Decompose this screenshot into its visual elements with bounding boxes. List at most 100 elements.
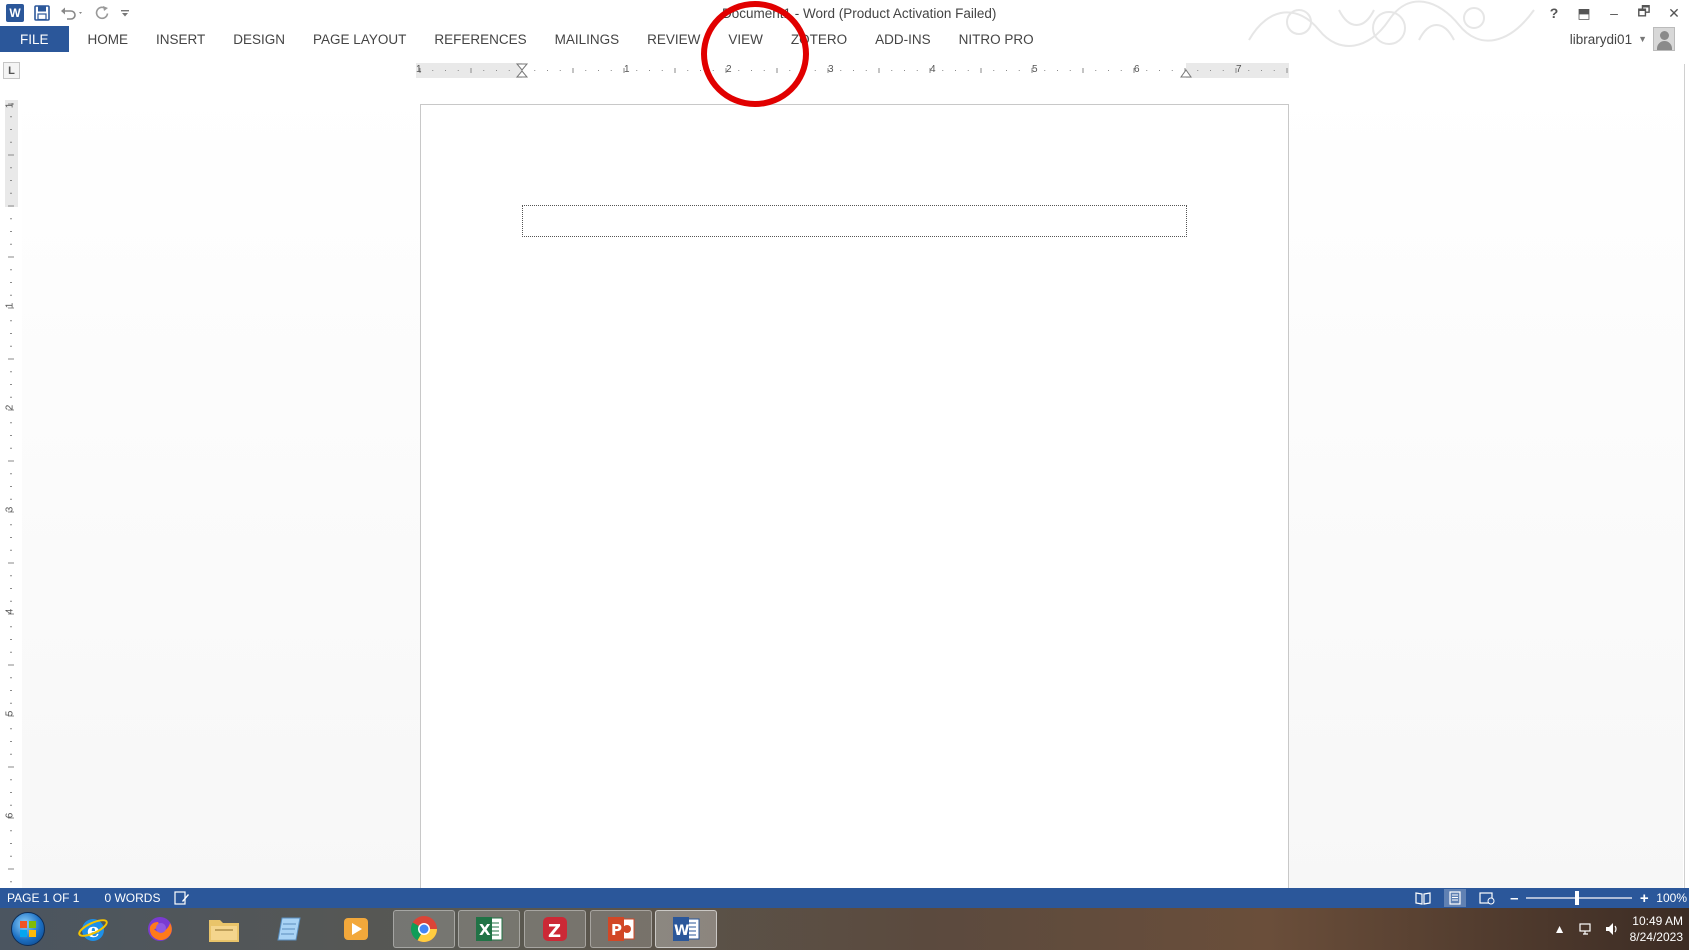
close-icon[interactable]: ✕ (1659, 0, 1689, 26)
indent-marker-icon (515, 63, 529, 78)
tab-references[interactable]: REFERENCES (420, 26, 540, 52)
redo-icon[interactable] (94, 3, 110, 23)
zoom-in-button[interactable]: + (1638, 890, 1650, 907)
account-area[interactable]: librarydi01 ▼ (1570, 26, 1675, 52)
svg-text:X: X (479, 921, 491, 939)
ruler-label: 2 (726, 64, 732, 75)
avatar[interactable] (1653, 27, 1675, 51)
zotero-taskbar-button[interactable]: Z (524, 910, 586, 948)
zoom-level[interactable]: 100% (1656, 891, 1687, 905)
ruler-label: 5 (4, 710, 16, 717)
ruler-label: 3 (4, 506, 16, 513)
clock-time: 10:49 AM (1632, 914, 1683, 928)
zoom-slider-thumb[interactable] (1575, 891, 1580, 905)
page-count[interactable]: PAGE 1 OF 1 (0, 891, 85, 905)
internet-explorer-icon: e (78, 918, 108, 942)
internet-explorer-taskbar-button[interactable]: e (62, 910, 124, 948)
svg-text:W: W (674, 923, 689, 939)
ruler-label: 5 (1032, 64, 1038, 75)
system-tray: ▲ 10:49 AM 8/24/2023 (1552, 908, 1689, 950)
notepad-taskbar-button[interactable] (258, 910, 320, 948)
zoom-slider[interactable] (1526, 891, 1633, 905)
powerpoint-icon: P (608, 917, 635, 941)
vertical-ruler[interactable]: 1 1 2 3 4 5 6 (4, 100, 18, 895)
ribbon-display-options-icon[interactable]: ⬒ (1569, 0, 1599, 26)
chrome-icon (410, 916, 438, 943)
right-indent-marker-icon (1180, 69, 1192, 78)
print-layout-icon[interactable] (1444, 889, 1467, 907)
svg-text:P: P (611, 921, 622, 939)
chrome-taskbar-button[interactable] (393, 910, 455, 948)
word-count[interactable]: 0 WORDS (97, 891, 166, 905)
zoom-control: – + 100% (1508, 890, 1689, 907)
ruler-label: 1 (624, 64, 630, 75)
ruler-ticks (419, 63, 1288, 78)
horizontal-ruler[interactable]: 1 1 2 3 4 5 6 7 (416, 63, 1289, 78)
windows-logo-icon (11, 912, 45, 946)
notepad-icon (277, 917, 301, 941)
start-button[interactable] (5, 911, 51, 947)
network-icon[interactable] (1578, 921, 1594, 937)
tab-mailings[interactable]: MAILINGS (541, 26, 634, 52)
folder-icon (209, 920, 239, 942)
ruler-label: 6 (4, 812, 16, 819)
ruler-ticks (8, 103, 14, 895)
ruler-label: 4 (4, 608, 16, 615)
firefox-taskbar-button[interactable] (129, 910, 191, 948)
show-hidden-icons-icon[interactable]: ▲ (1552, 921, 1568, 937)
read-mode-icon[interactable] (1412, 889, 1434, 907)
ruler-label: 2 (4, 404, 16, 411)
save-icon[interactable] (34, 3, 50, 23)
status-bar: PAGE 1 OF 1 0 WORDS – + 100% (0, 888, 1689, 908)
taskbar-clock[interactable]: 10:49 AM 8/24/2023 (1630, 913, 1689, 945)
vertical-scrollbar[interactable] (1684, 64, 1689, 890)
document-text-box[interactable] (522, 205, 1187, 237)
tab-nitro-pro[interactable]: NITRO PRO (945, 26, 1048, 52)
windows-taskbar: e X Z P W ▲ 10:49 AM 8/24/2023 (0, 908, 1689, 950)
excel-taskbar-button[interactable]: X (458, 910, 520, 948)
ruler-label: 1 (4, 102, 16, 109)
firefox-icon (148, 917, 172, 941)
window-controls: ? ⬒ – 🗗 ✕ (1539, 0, 1689, 26)
help-icon[interactable]: ? (1539, 0, 1569, 26)
file-explorer-taskbar-button[interactable] (193, 910, 255, 948)
tab-selector[interactable]: L (3, 62, 20, 79)
excel-icon: X (476, 917, 503, 941)
tab-home[interactable]: HOME (74, 26, 143, 52)
volume-icon[interactable] (1604, 921, 1620, 937)
tab-design[interactable]: DESIGN (219, 26, 299, 52)
quick-access-toolbar: W (6, 2, 130, 24)
tab-zotero[interactable]: ZOTERO (777, 26, 861, 52)
word-taskbar-button[interactable]: W (655, 910, 717, 948)
restore-icon[interactable]: 🗗 (1629, 0, 1659, 26)
word-icon: W (673, 917, 700, 941)
tab-file[interactable]: FILE (0, 26, 69, 52)
media-player-icon (344, 918, 368, 940)
word-logo-icon[interactable]: W (6, 3, 24, 23)
powerpoint-taskbar-button[interactable]: P (590, 910, 652, 948)
chevron-down-icon[interactable]: ▼ (1638, 34, 1647, 44)
media-player-taskbar-button[interactable] (325, 910, 387, 948)
ruler-label: 3 (828, 64, 834, 75)
ruler-label: 1 (4, 302, 16, 309)
tab-add-ins[interactable]: ADD-INS (861, 26, 945, 52)
tab-page-layout[interactable]: PAGE LAYOUT (299, 26, 420, 52)
proofing-icon[interactable] (174, 891, 190, 905)
web-layout-icon[interactable] (1476, 889, 1498, 907)
zotero-icon: Z (543, 917, 567, 942)
tab-review[interactable]: REVIEW (633, 26, 714, 52)
minimize-icon[interactable]: – (1599, 0, 1629, 26)
ruler-label: 7 (1236, 64, 1242, 75)
status-bar-right: – + 100% (1412, 888, 1689, 908)
ribbon-tabs: FILE HOME INSERT DESIGN PAGE LAYOUT REFE… (0, 26, 1689, 52)
customize-qat-icon[interactable] (120, 3, 130, 23)
account-user-name[interactable]: librarydi01 (1570, 32, 1632, 47)
window-title: Document1 - Word (Product Activation Fai… (722, 6, 997, 21)
ruler-label: 1 (416, 64, 422, 75)
tab-insert[interactable]: INSERT (142, 26, 219, 52)
tab-view[interactable]: VIEW (714, 26, 777, 52)
zoom-out-button[interactable]: – (1508, 890, 1520, 907)
undo-icon[interactable] (60, 3, 84, 23)
title-bar: W Document1 - Word (Product Activation F… (0, 0, 1689, 47)
ruler-label: 4 (930, 64, 936, 75)
